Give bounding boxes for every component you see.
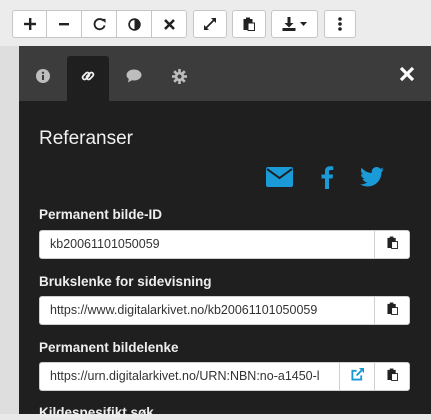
permanent-link-field[interactable]: https://urn.digitalarkivet.no/URN:NBN:no… xyxy=(39,362,410,391)
download-dropdown-button[interactable] xyxy=(271,10,318,38)
field-label-image-id: Permanent bilde-ID xyxy=(39,207,163,222)
share-email-button[interactable] xyxy=(264,166,294,192)
share-facebook-button[interactable] xyxy=(312,165,342,194)
image-id-field[interactable]: kb20061101050059 xyxy=(39,230,410,259)
external-link-icon xyxy=(350,367,364,386)
copy-page-link-button[interactable] xyxy=(374,297,409,324)
facebook-icon xyxy=(320,165,334,194)
copy-image-id-button[interactable] xyxy=(374,231,409,258)
email-icon xyxy=(265,166,293,192)
field-label-source-search: Kildespesifikt søk xyxy=(39,405,154,420)
image-id-value[interactable]: kb20061101050059 xyxy=(40,231,374,258)
open-link-button[interactable] xyxy=(339,363,374,390)
toolbar xyxy=(0,0,431,46)
fullscreen-button[interactable] xyxy=(193,10,227,38)
field-label-permanent-link: Permanent bildelenke xyxy=(39,340,179,355)
more-options-button[interactable] xyxy=(324,10,356,38)
left-strip xyxy=(0,46,19,414)
close-icon xyxy=(398,66,416,87)
copy-permanent-link-button[interactable] xyxy=(374,363,409,390)
copy-button[interactable] xyxy=(232,10,266,38)
minus-icon xyxy=(59,19,69,29)
tab-comments[interactable] xyxy=(113,56,155,101)
fullscreen-icon xyxy=(203,17,217,31)
references-panel: Referanser Permanent bilde-ID kb20061101… xyxy=(19,46,431,420)
comment-icon xyxy=(126,69,142,88)
contrast-button[interactable] xyxy=(117,10,152,38)
refresh-icon xyxy=(93,17,106,31)
close-panel-button[interactable] xyxy=(398,65,416,83)
tab-settings[interactable] xyxy=(158,56,200,101)
tab-references[interactable] xyxy=(67,56,109,101)
panel-tabs xyxy=(19,46,431,101)
zoom-in-button[interactable] xyxy=(12,10,47,38)
close-icon xyxy=(163,18,175,30)
clipboard-icon xyxy=(243,17,255,31)
panel-title: Referanser xyxy=(39,128,133,149)
info-icon xyxy=(36,69,50,88)
share-twitter-button[interactable] xyxy=(357,166,387,192)
link-icon xyxy=(80,68,96,89)
settings-gear-icon xyxy=(171,68,187,89)
close-image-button[interactable] xyxy=(152,10,187,38)
contrast-icon xyxy=(127,17,141,31)
page-link-value[interactable]: https://www.digitalarkivet.no/kb20061101… xyxy=(40,297,374,324)
download-icon xyxy=(282,17,296,31)
more-vertical-icon xyxy=(338,17,342,31)
plus-icon xyxy=(23,18,36,30)
permanent-link-value[interactable]: https://urn.digitalarkivet.no/URN:NBN:no… xyxy=(40,363,339,390)
clipboard-icon xyxy=(386,236,398,254)
twitter-icon xyxy=(360,166,384,192)
clipboard-icon xyxy=(386,302,398,320)
reset-button[interactable] xyxy=(82,10,117,38)
caret-down-icon xyxy=(300,22,307,26)
clipboard-icon xyxy=(386,368,398,386)
tab-info[interactable] xyxy=(22,56,64,101)
page-link-field[interactable]: https://www.digitalarkivet.no/kb20061101… xyxy=(39,296,410,325)
zoom-out-button[interactable] xyxy=(47,10,82,38)
field-label-page-link: Brukslenke for sidevisning xyxy=(39,274,212,289)
